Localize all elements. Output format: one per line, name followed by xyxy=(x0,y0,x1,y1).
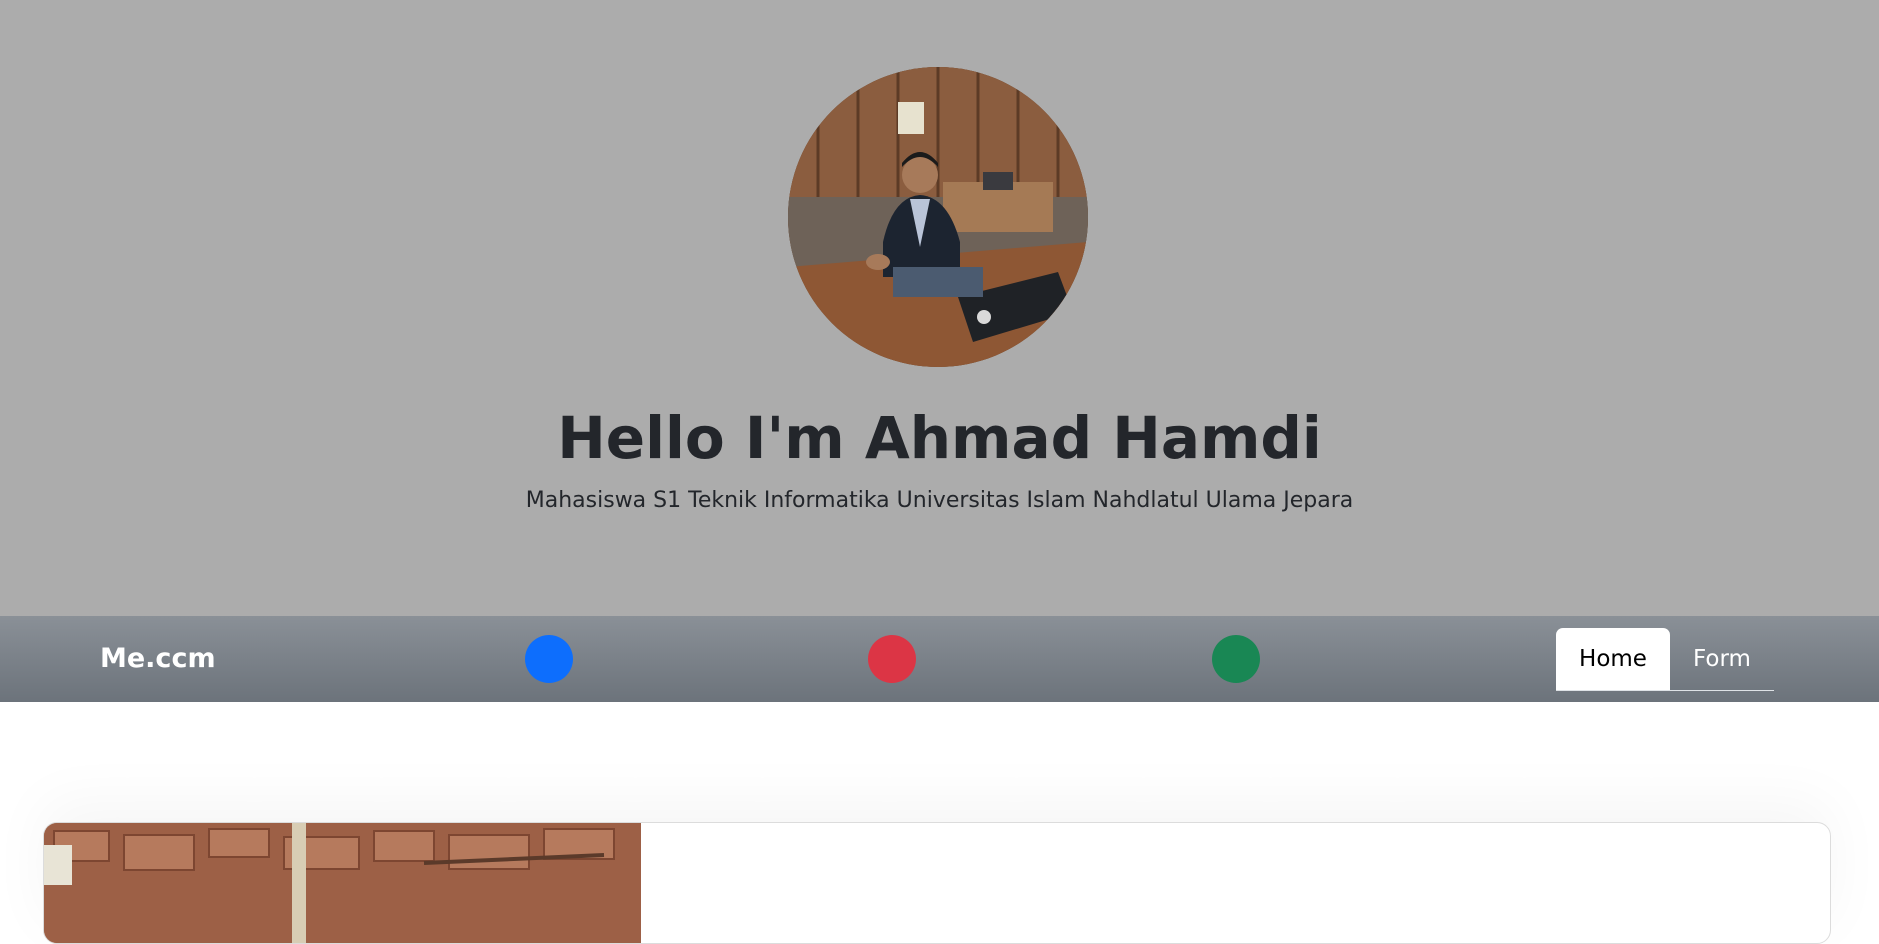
green-dot-icon xyxy=(1212,635,1260,683)
hero-title: Hello I'm Ahmad Hamdi xyxy=(557,404,1322,472)
nav-tabs: Home Form xyxy=(1556,628,1774,691)
card-image xyxy=(44,823,641,943)
blue-dot-icon xyxy=(525,635,573,683)
profile-photo xyxy=(788,67,1088,367)
hero-subtitle: Mahasiswa S1 Teknik Informatika Universi… xyxy=(525,488,1354,513)
red-dot-icon xyxy=(868,635,916,683)
card-photo xyxy=(44,823,641,943)
profile-avatar xyxy=(788,67,1088,367)
hero-section: Hello I'm Ahmad Hamdi Mahasiswa S1 Tekni… xyxy=(0,0,1879,616)
content-card xyxy=(43,822,1831,944)
tab-home[interactable]: Home xyxy=(1556,628,1670,690)
navbar: Me.ccm Home Form xyxy=(0,616,1879,702)
tab-form[interactable]: Form xyxy=(1670,628,1774,690)
brand-logo[interactable]: Me.ccm xyxy=(100,640,216,678)
